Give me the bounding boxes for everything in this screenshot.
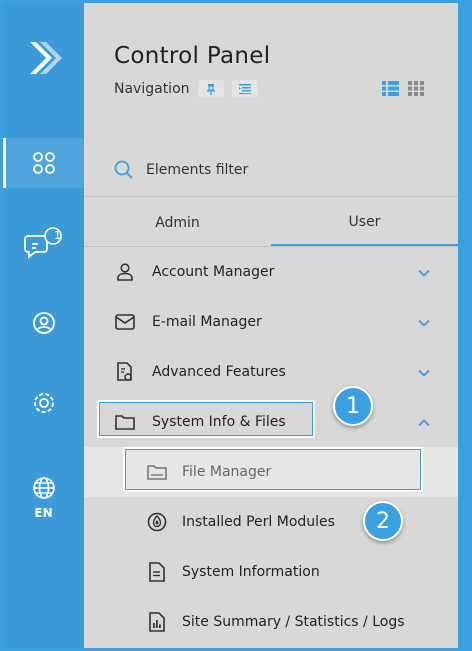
sidebar-item-language[interactable]: EN [3,463,84,533]
menu-label: Site Summary / Statistics / Logs [182,614,405,630]
bar-chart-document-icon [146,612,168,632]
control-panel: Control Panel Navigation Elements filter… [84,3,458,648]
sidebar-item-account[interactable] [3,298,84,348]
settings-gear-icon [33,393,54,413]
list-view-icon [382,81,399,96]
folder-icon [146,462,168,482]
tab-admin[interactable]: Admin [84,200,271,246]
logo[interactable] [3,23,84,93]
menu-label: Installed Perl Modules [182,514,335,530]
navigation-header: Navigation [114,80,258,98]
menu-label: System Information [182,564,320,580]
elements-filter[interactable]: Elements filter [114,160,248,180]
envelope-icon [114,312,136,332]
perl-onion-icon [146,512,168,532]
chevron-down-icon[interactable] [418,365,430,381]
sidebar: 1 EN [3,3,84,648]
list-indent-icon [238,84,251,94]
apps-grid-icon [32,152,55,174]
menu-label: Advanced Features [152,364,286,380]
logo-arrow-icon [29,42,62,74]
callout-badge-1: 1 [333,386,373,426]
tab-user[interactable]: User [271,200,458,246]
menu-item-email-manager[interactable]: E-mail Manager [84,297,458,347]
callout-badge-2: 2 [363,501,403,541]
menu-item-account-manager[interactable]: Account Manager [84,247,458,297]
divider [84,196,458,197]
user-icon [114,262,136,282]
page-title: Control Panel [114,43,271,69]
menu-item-system-info-files[interactable]: System Info & Files [84,397,458,447]
filter-placeholder: Elements filter [146,162,249,178]
navigation-label: Navigation [114,81,190,97]
sidebar-item-messages[interactable]: 1 [3,218,84,268]
menu-label: File Manager [182,464,272,480]
document-settings-icon [114,362,136,382]
chevron-up-icon[interactable] [418,415,430,431]
pin-icon [206,84,215,95]
pin-button[interactable] [197,80,224,98]
sidebar-item-apps[interactable] [3,138,84,188]
search-icon [114,160,133,179]
sidebar-item-settings[interactable] [3,378,84,428]
folder-icon [114,412,136,432]
collapse-list-button[interactable] [231,80,258,98]
menu-item-site-summary[interactable]: Site Summary / Statistics / Logs [84,597,458,647]
grid-view-icon [408,81,424,96]
chevron-down-icon[interactable] [418,315,430,331]
grid-view-button[interactable] [408,81,424,96]
globe-icon [32,477,55,499]
list-view-button[interactable] [382,81,399,96]
chevron-down-icon[interactable] [418,265,430,281]
menu-item-file-manager[interactable]: File Manager [84,447,458,497]
language-label: EN [34,506,53,520]
menu-label: E-mail Manager [152,314,262,330]
menu-label: Account Manager [152,264,275,280]
menu-item-advanced-features[interactable]: Advanced Features [84,347,458,397]
menu-label: System Info & Files [152,414,286,430]
user-circle-icon [32,312,55,334]
notification-count: 1 [54,229,61,242]
document-icon [146,562,168,582]
menu-item-system-information[interactable]: System Information [84,547,458,597]
